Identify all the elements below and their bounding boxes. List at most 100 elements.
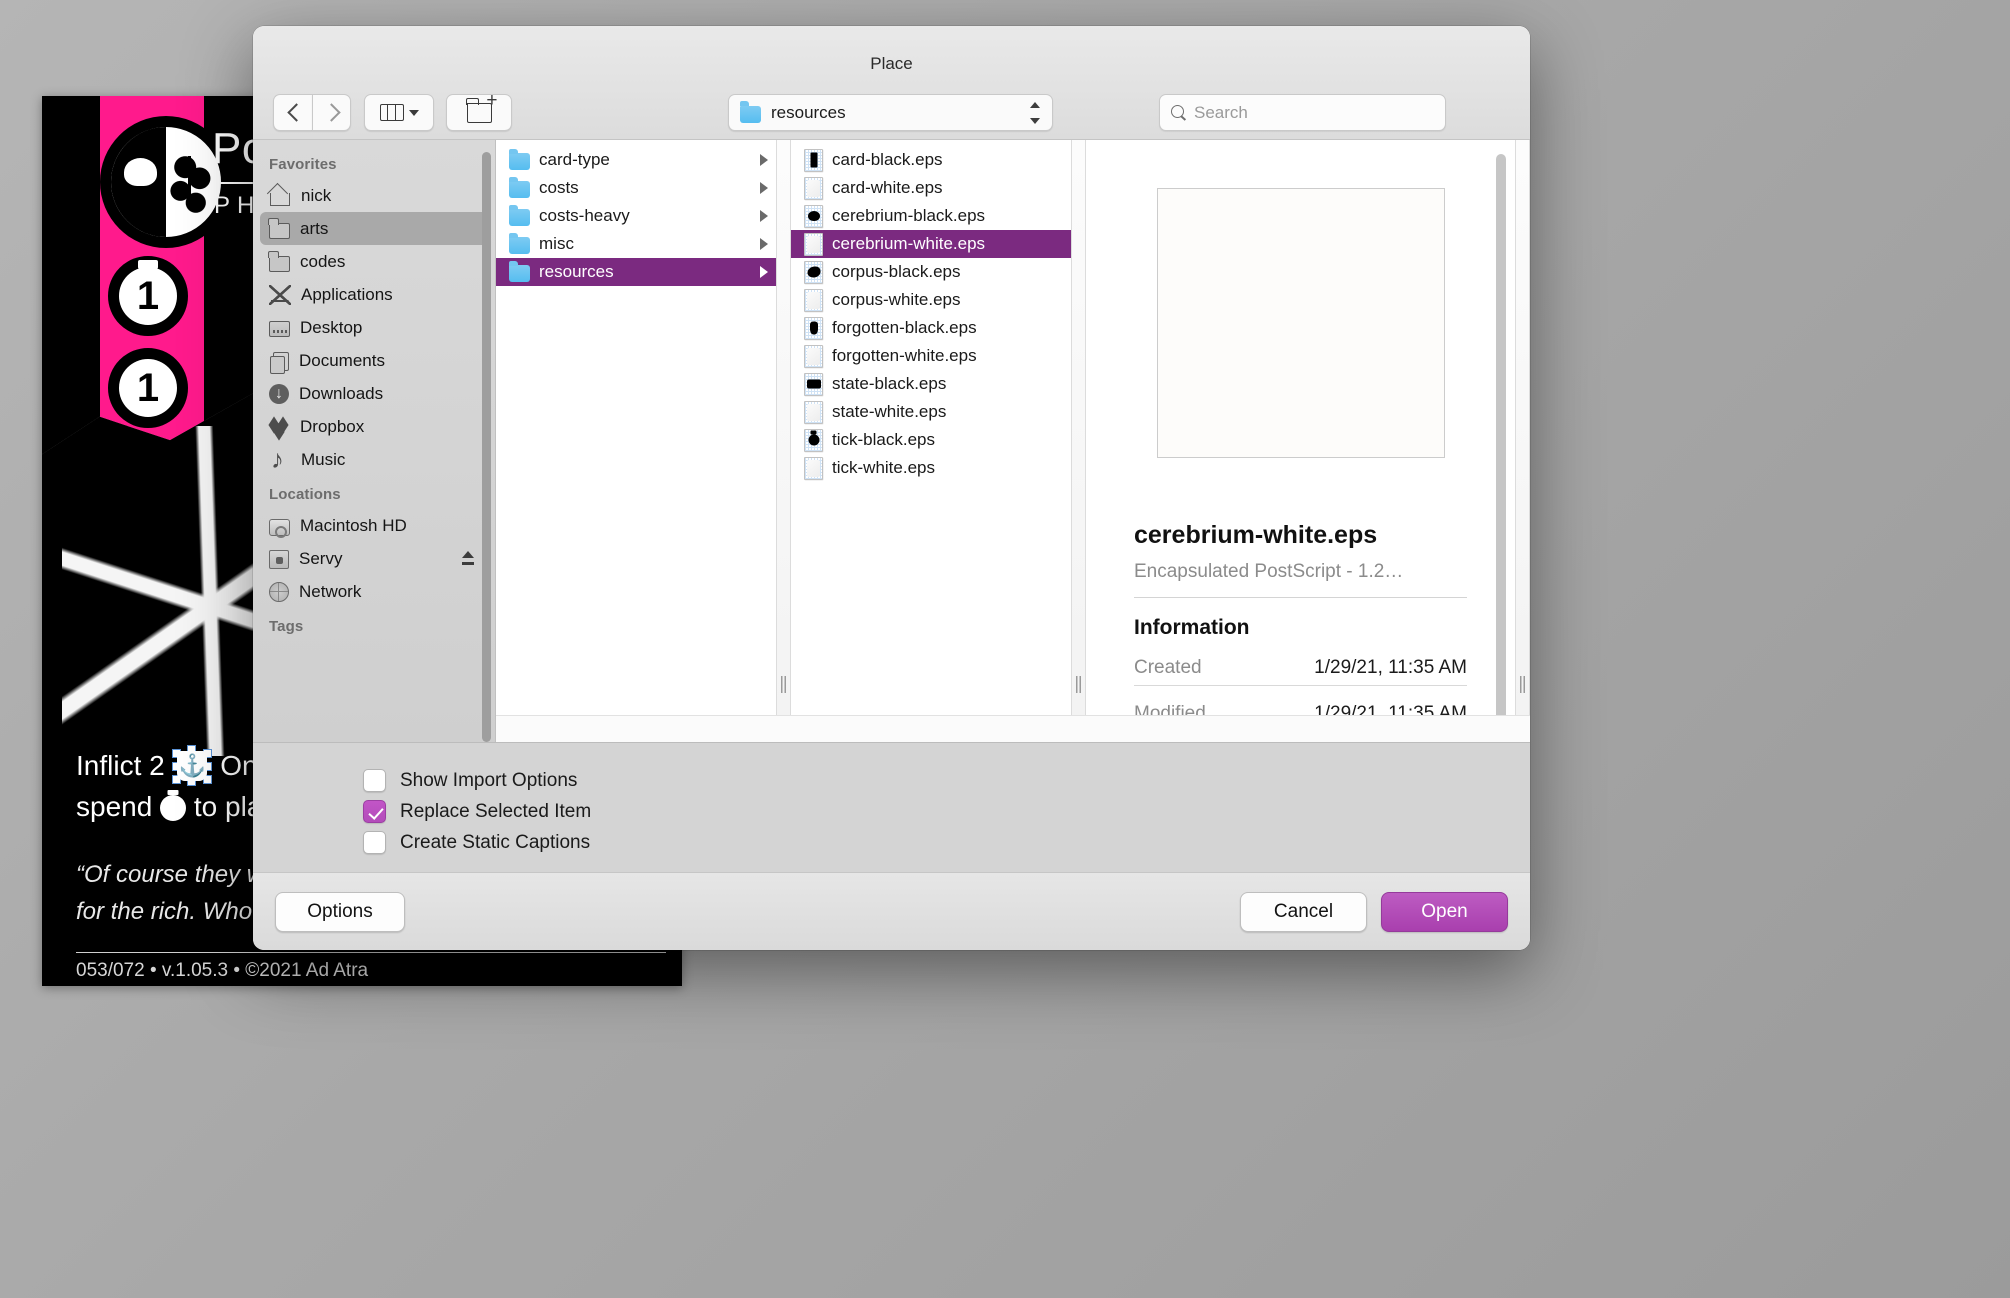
column-resize-grip-1[interactable]: [776, 140, 791, 715]
checkbox[interactable]: [363, 831, 386, 854]
folder-row-label: resources: [539, 262, 614, 281]
file-row[interactable]: tick-white.eps: [791, 454, 1071, 482]
column-view-icon: [379, 104, 404, 121]
sidebar-section-header: Tags: [269, 618, 304, 635]
folder-icon: [268, 250, 290, 272]
file-row-label: tick-white.eps: [832, 458, 935, 477]
file-row[interactable]: cerebrium-white.eps: [791, 230, 1071, 258]
sidebar-item-label: Dropbox: [300, 416, 365, 436]
disclosure-arrow-icon: [760, 210, 768, 222]
view-mode-button[interactable]: [364, 94, 434, 131]
option-checkbox-row[interactable]: Create Static Captions: [363, 827, 1530, 858]
stepper-icon: [1029, 101, 1041, 124]
new-folder-button[interactable]: [446, 91, 512, 131]
checkbox-label: Create Static Captions: [400, 831, 591, 853]
folder-row[interactable]: costs: [496, 174, 776, 202]
file-row[interactable]: state-black.eps: [791, 370, 1071, 398]
preview-info-value: 1/29/21, 11:35 AM: [1314, 657, 1467, 678]
preview-pane: cerebrium-white.eps Encapsulated PostScr…: [1086, 140, 1515, 715]
folder-row[interactable]: resources: [496, 258, 776, 286]
music-icon: [269, 444, 291, 475]
path-popup-label: resources: [771, 102, 846, 122]
sidebar-item-nick[interactable]: nick: [260, 179, 488, 212]
sidebar-item-network[interactable]: Network: [260, 575, 488, 608]
file-row[interactable]: corpus-black.eps: [791, 258, 1071, 286]
sidebar-item-dropbox[interactable]: Dropbox: [260, 410, 488, 443]
sidebar-item-music[interactable]: Music: [260, 443, 488, 476]
file-row[interactable]: corpus-white.eps: [791, 286, 1071, 314]
horizontal-scrollbar-track[interactable]: [496, 715, 1530, 742]
forward-button[interactable]: [312, 94, 351, 131]
folder-icon: [509, 204, 530, 226]
eps-file-icon: [804, 288, 823, 312]
card-token-2-value: 1: [119, 359, 177, 417]
eject-icon[interactable]: [461, 551, 475, 566]
search-icon: [1171, 105, 1186, 120]
sidebar: Favorites nick arts codes Applications Deskto…: [253, 140, 496, 742]
file-row[interactable]: cerebrium-black.eps: [791, 202, 1071, 230]
sidebar-item-downloads[interactable]: Downloads: [260, 377, 488, 410]
preview-info-value: 1/29/21, 11:35 AM: [1314, 703, 1467, 715]
folder-icon: [509, 148, 530, 170]
sidebar-item-arts[interactable]: arts: [260, 212, 488, 245]
sidebar-item-codes[interactable]: codes: [260, 245, 488, 278]
preview-scrollbar[interactable]: [1496, 154, 1506, 715]
sidebar-item-applications[interactable]: Applications: [260, 278, 488, 311]
eps-file-icon: [804, 372, 823, 396]
search-input[interactable]: [1194, 102, 1434, 123]
sidebar-item-macintosh-hd[interactable]: Macintosh HD: [260, 509, 488, 542]
eps-file-icon: [804, 456, 823, 480]
chevron-right-icon: [325, 101, 338, 125]
sidebar-scrollbar[interactable]: [482, 152, 491, 742]
cancel-button[interactable]: Cancel: [1240, 891, 1367, 932]
file-row[interactable]: card-black.eps: [791, 146, 1071, 174]
skull-icon: [124, 157, 158, 187]
preview-information-heading: Information: [1134, 616, 1250, 639]
folder-row[interactable]: misc: [496, 230, 776, 258]
sidebar-item-label: Applications: [301, 284, 393, 304]
sidebar-section-header: Favorites: [269, 156, 337, 173]
anchor-icon: ⚓: [172, 745, 213, 786]
tick-token-icon: [160, 794, 187, 821]
folder-row[interactable]: card-type: [496, 146, 776, 174]
disclosure-arrow-icon: [760, 182, 768, 194]
sidebar-item-servy[interactable]: Servy: [260, 542, 488, 575]
file-row-label: tick-black.eps: [832, 430, 935, 449]
column-resize-grip-2[interactable]: [1071, 140, 1086, 715]
tick-top-shape: [138, 260, 158, 269]
sidebar-item-documents[interactable]: Documents: [260, 344, 488, 377]
checkbox[interactable]: [363, 769, 386, 792]
file-row[interactable]: tick-black.eps: [791, 426, 1071, 454]
disclosure-arrow-icon: [760, 154, 768, 166]
dialog-footer: Options Cancel Open: [253, 872, 1530, 950]
checkbox[interactable]: [363, 800, 386, 823]
eps-file-icon: [804, 400, 823, 424]
card-rules-text-part-1: Inflict 2: [76, 750, 165, 781]
file-row[interactable]: forgotten-black.eps: [791, 314, 1071, 342]
folder-row[interactable]: costs-heavy: [496, 202, 776, 230]
file-row[interactable]: card-white.eps: [791, 174, 1071, 202]
file-row[interactable]: forgotten-white.eps: [791, 342, 1071, 370]
file-row-label: forgotten-black.eps: [832, 318, 977, 337]
column-resize-grip-3[interactable]: [1515, 140, 1530, 715]
search-field[interactable]: [1159, 94, 1446, 131]
option-checkbox-row[interactable]: Replace Selected Item: [363, 796, 1530, 827]
open-button[interactable]: Open: [1381, 891, 1508, 932]
import-options-area: Show Import Options Replace Selected Item…: [253, 742, 1530, 872]
sidebar-item-desktop[interactable]: Desktop: [260, 311, 488, 344]
place-file-picker-dialog: Place resources: [253, 26, 1530, 950]
folder-icon: [509, 232, 530, 254]
folder-row-label: costs: [539, 178, 579, 197]
new-folder-icon: [465, 91, 498, 123]
preview-file-kind: Encapsulated PostScript - 1.2…: [1134, 561, 1404, 582]
card-cost-token-2: 1: [108, 348, 188, 428]
options-button[interactable]: Options: [275, 891, 405, 932]
path-popup-button[interactable]: resources: [728, 94, 1053, 131]
card-rules-text-part-3: spend: [76, 790, 153, 822]
back-button[interactable]: [273, 94, 312, 131]
file-row[interactable]: state-white.eps: [791, 398, 1071, 426]
option-checkbox-row[interactable]: Show Import Options: [363, 765, 1530, 796]
eps-file-icon: [804, 176, 823, 200]
preview-info-key: Created: [1134, 657, 1202, 678]
tree-icon: [166, 144, 215, 220]
